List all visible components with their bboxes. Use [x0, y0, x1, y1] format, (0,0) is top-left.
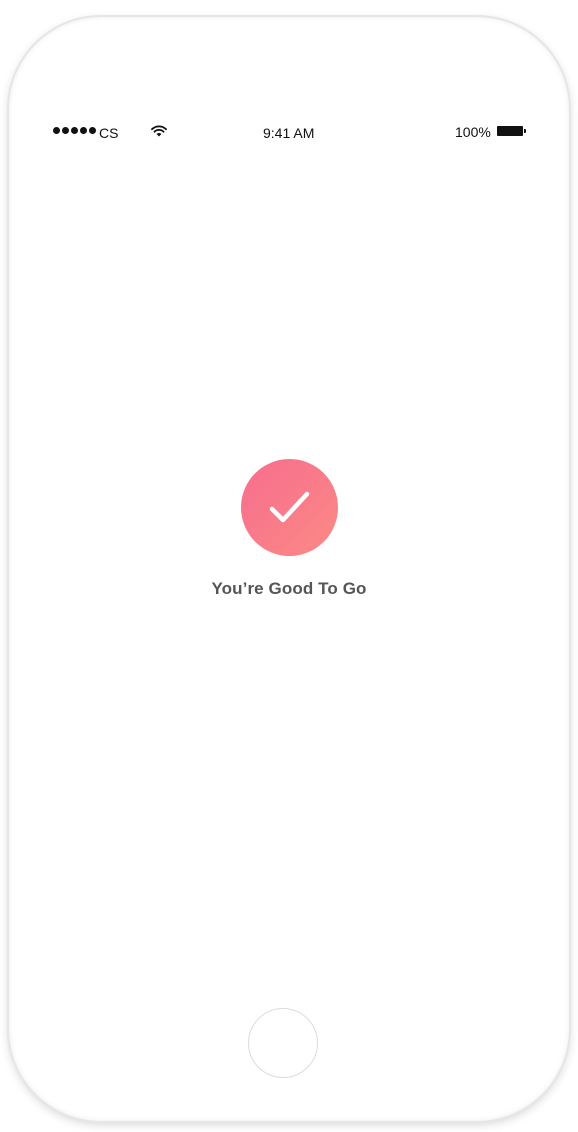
status-bar: CS 9:41 AM 100%	[53, 118, 528, 146]
battery-icon	[497, 126, 526, 136]
battery-percentage: 100%	[455, 124, 491, 140]
phone-frame	[9, 17, 569, 1121]
signal-strength-icon	[53, 127, 96, 134]
success-badge	[241, 459, 338, 556]
wifi-icon	[151, 125, 167, 137]
status-time: 9:41 AM	[263, 125, 315, 141]
success-message: You’re Good To Go	[211, 579, 367, 598]
checkmark-icon	[269, 491, 310, 523]
carrier-name: CS	[99, 125, 119, 141]
home-button[interactable]	[248, 1008, 318, 1078]
